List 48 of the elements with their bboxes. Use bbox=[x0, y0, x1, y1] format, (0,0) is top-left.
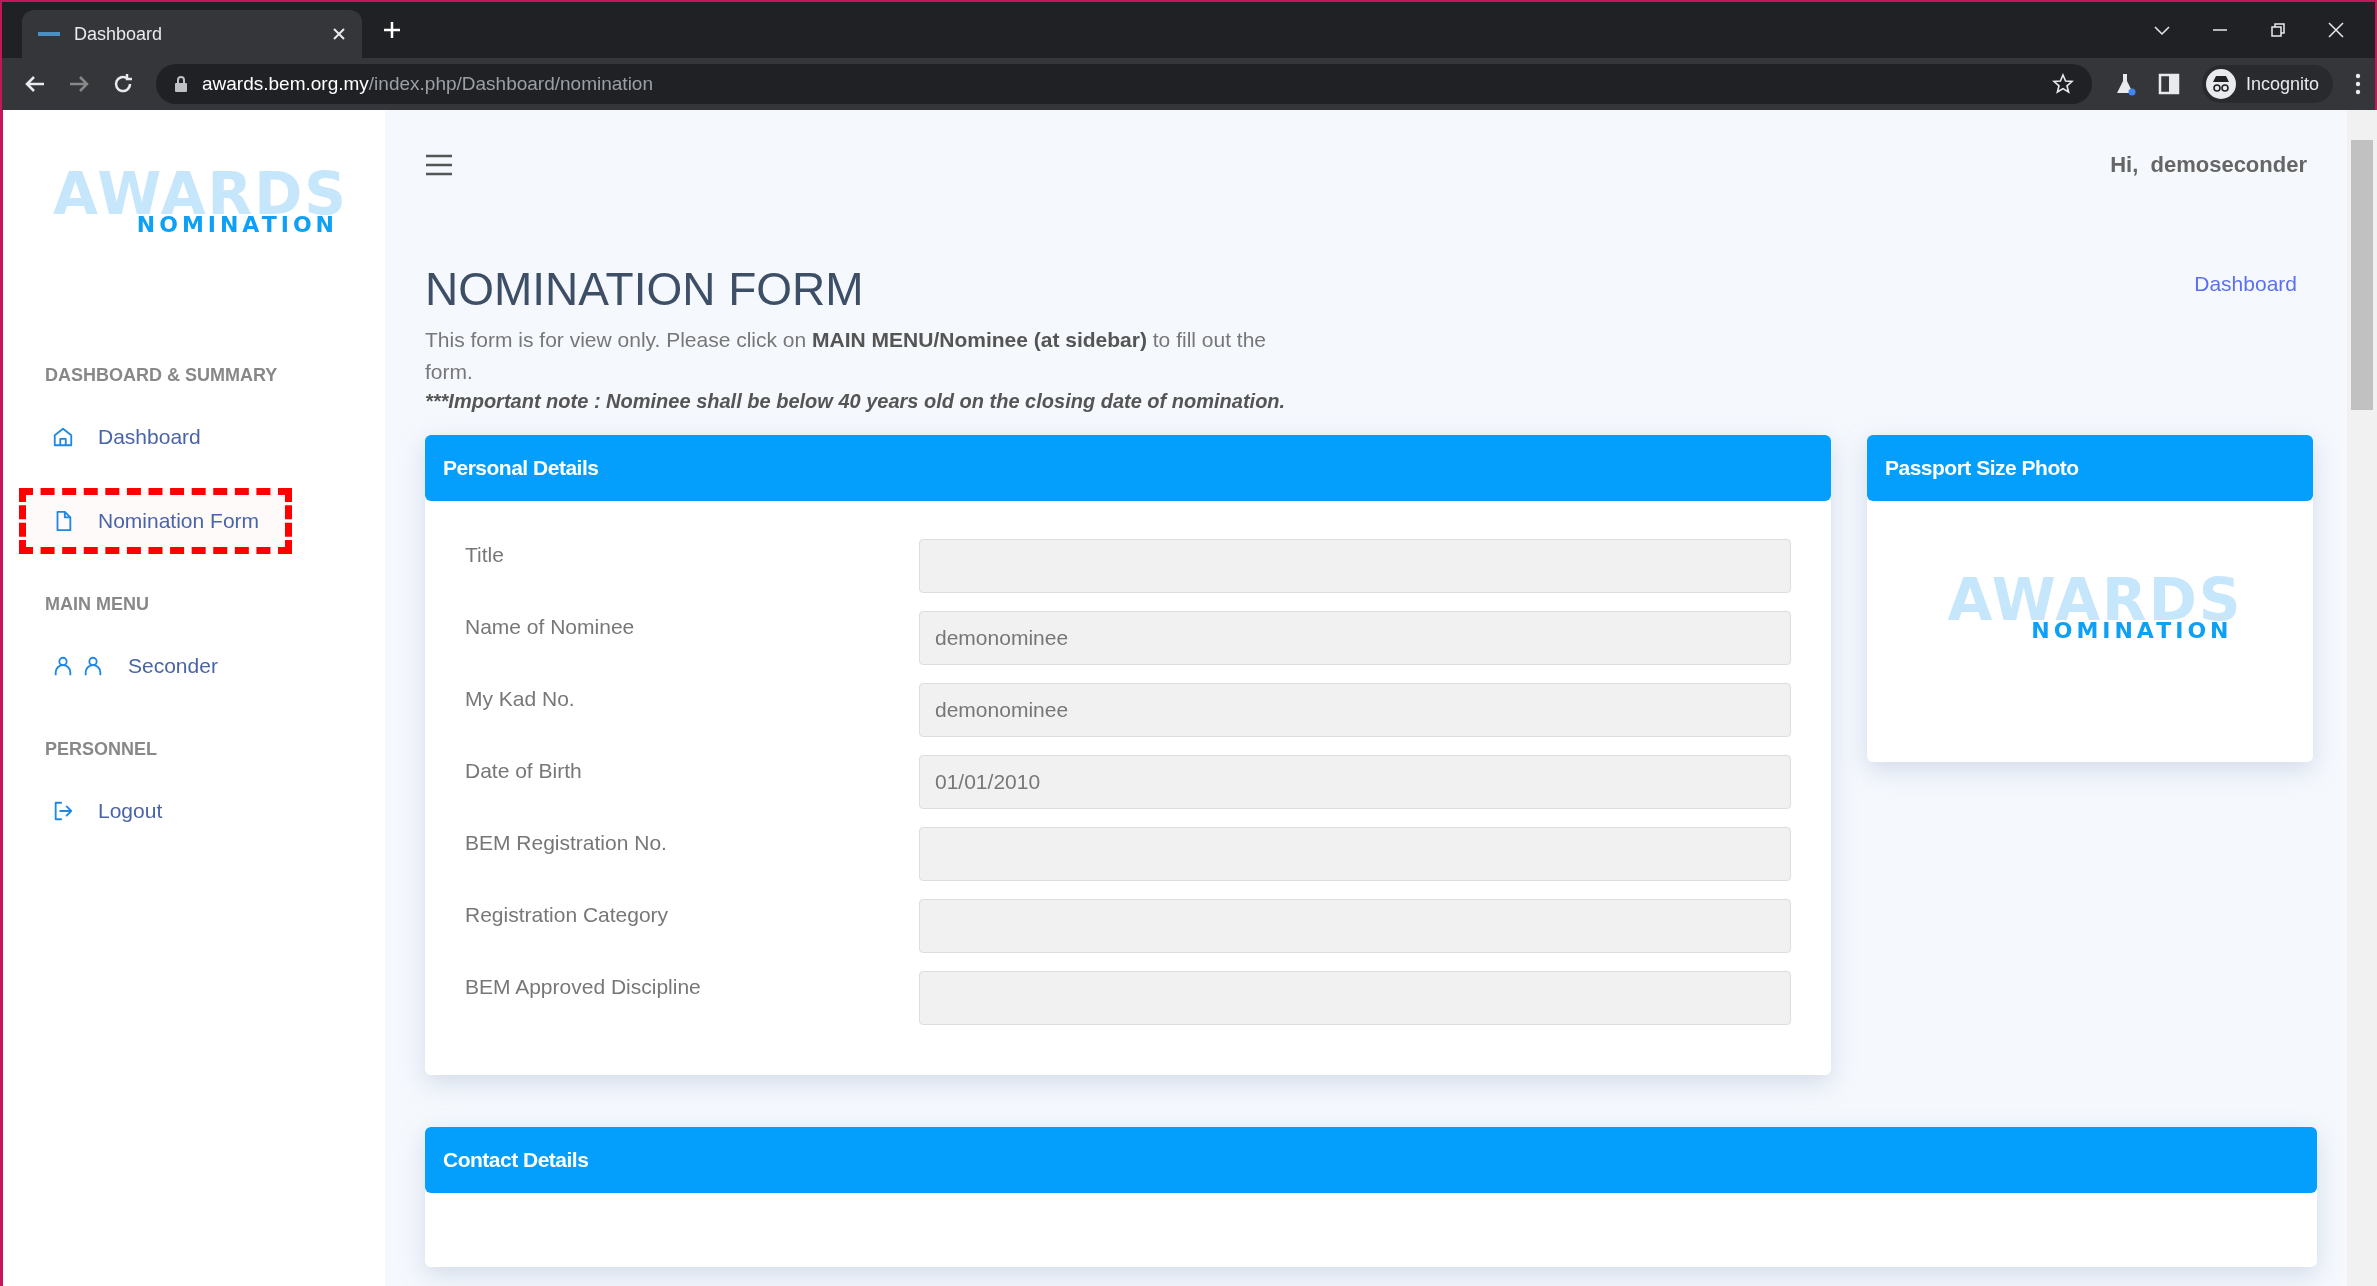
section-heading: DASHBOARD & SUMMARY bbox=[45, 365, 279, 386]
incognito-profile-button[interactable]: Incognito bbox=[2201, 65, 2333, 103]
input-field[interactable] bbox=[919, 827, 1791, 881]
field-label: My Kad No. bbox=[465, 686, 576, 711]
input-field[interactable]: demonominee bbox=[919, 683, 1791, 737]
page-title: NOMINATION FORM bbox=[425, 262, 864, 316]
favicon-icon bbox=[38, 32, 60, 36]
restore-icon[interactable] bbox=[2269, 21, 2287, 39]
nav-link[interactable]: Nomination Form bbox=[52, 509, 260, 533]
field-label: Registration Category bbox=[465, 902, 670, 927]
user-greeting: Hi, demoseconder bbox=[2110, 152, 2307, 178]
field-label: BEM Registration No. bbox=[465, 830, 668, 855]
nav-link[interactable]: Logout bbox=[52, 799, 163, 823]
nav-link[interactable]: Seconder bbox=[52, 654, 218, 678]
input-field[interactable]: demonominee bbox=[919, 611, 1791, 665]
close-window-icon[interactable] bbox=[2327, 21, 2345, 39]
field-label: BEM Approved Discipline bbox=[465, 974, 702, 999]
more-menu-icon[interactable] bbox=[2355, 73, 2361, 95]
lock-icon bbox=[174, 76, 188, 92]
input-field[interactable] bbox=[919, 899, 1791, 953]
side-panel-icon[interactable] bbox=[2157, 73, 2180, 95]
users-icon bbox=[52, 655, 104, 677]
menu-icon[interactable] bbox=[425, 154, 453, 176]
close-icon[interactable] bbox=[332, 27, 346, 41]
logout-icon bbox=[52, 800, 74, 822]
breadcrumb-link[interactable]: Dashboard bbox=[2194, 272, 2297, 296]
section-heading: PERSONNEL bbox=[45, 739, 159, 760]
home-icon bbox=[52, 426, 74, 448]
section-heading: MAIN MENU bbox=[45, 594, 150, 615]
reload-icon[interactable] bbox=[112, 73, 134, 95]
input-field[interactable]: 01/01/2010 bbox=[919, 755, 1791, 809]
incognito-icon bbox=[2205, 69, 2236, 99]
star-icon[interactable] bbox=[2051, 73, 2074, 95]
card-header: Contact Details bbox=[425, 1127, 2317, 1193]
scrollbar[interactable] bbox=[2347, 110, 2377, 1286]
card-header: Personal Details bbox=[425, 435, 1831, 501]
new-tab-icon[interactable] bbox=[382, 20, 402, 40]
field-label: Date of Birth bbox=[465, 758, 583, 783]
browser-tab[interactable]: Dashboard bbox=[22, 10, 362, 58]
field-label: Title bbox=[465, 542, 505, 567]
nav-link[interactable]: Dashboard bbox=[52, 425, 201, 449]
input-field[interactable] bbox=[919, 539, 1791, 593]
address-bar[interactable]: awards.bem.org.my/index.php/Dashboard/nomination bbox=[156, 64, 2092, 104]
input-field[interactable] bbox=[919, 971, 1791, 1025]
card-header: Passport Size Photo bbox=[1867, 435, 2313, 501]
form-description: This form is for view only. Please click on MAIN MENU/Nominee (at sidebar) to fill out the form. bbox=[425, 327, 1268, 385]
important-note: ***Important note : Nominee shall be below 40 years old on the closing date of nomination. bbox=[425, 390, 1287, 413]
field-label: Name of Nominee bbox=[465, 614, 636, 639]
